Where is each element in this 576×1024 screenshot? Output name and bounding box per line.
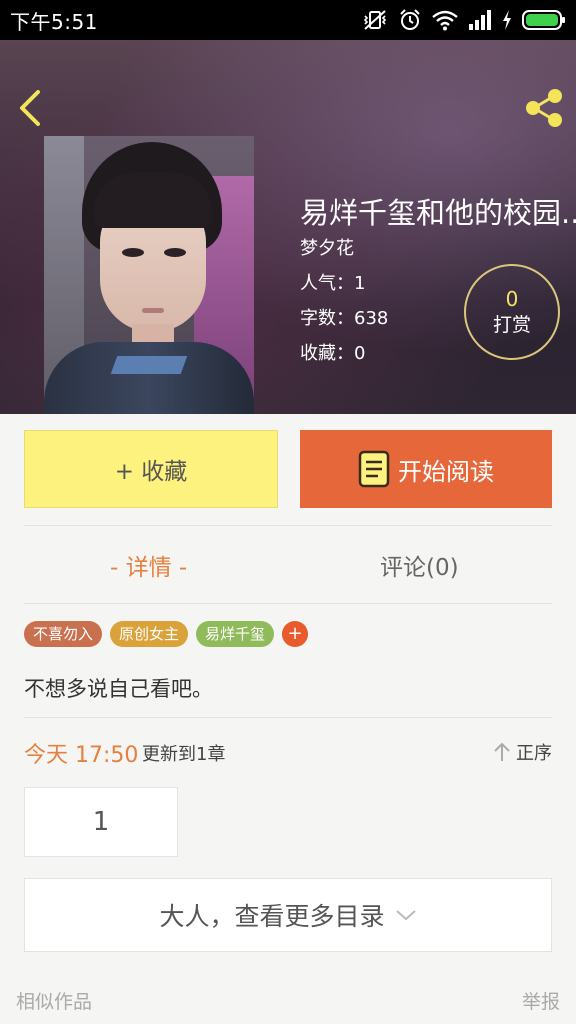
popularity-stat: 人气：1	[300, 273, 366, 294]
status-icons	[362, 8, 566, 32]
sort-order-button[interactable]: 正序	[492, 739, 552, 765]
book-description: 不想多说自己看吧。	[24, 677, 213, 701]
book-header: 易烊千玺和他的校园... 梦夕花 人气：1 字数：638 收藏：0 0 打赏	[0, 40, 576, 414]
book-cover-image	[44, 136, 254, 414]
chapter-item[interactable]: 1	[24, 787, 178, 857]
start-reading-button[interactable]: 开始阅读	[300, 430, 552, 508]
add-tag-button[interactable]: +	[282, 621, 309, 647]
divider	[24, 717, 552, 718]
vibrate-off-icon	[363, 10, 387, 30]
tag-list: 不喜勿入 原创女主 易烊千玺 +	[24, 621, 309, 647]
back-button[interactable]	[14, 88, 50, 128]
book-icon	[358, 450, 390, 488]
favorites-stat: 收藏：0	[300, 343, 366, 364]
signal-icon	[469, 10, 491, 30]
more-catalog-label: 大人，查看更多目录	[159, 902, 385, 931]
book-author[interactable]: 梦夕花	[300, 234, 354, 260]
wifi-icon	[432, 10, 458, 31]
status-bar: 下午5:51	[0, 0, 576, 40]
share-button[interactable]	[522, 86, 566, 130]
update-time: 今天 17:50	[24, 743, 139, 768]
tag-item[interactable]: 易烊千玺	[196, 621, 275, 647]
tag-item[interactable]: 原创女主	[110, 621, 189, 647]
tab-comments[interactable]: 评论(0)	[380, 548, 459, 582]
reward-count: 0	[505, 287, 519, 311]
report-button[interactable]: 举报	[522, 987, 560, 1014]
status-time: 下午5:51	[10, 9, 98, 34]
chevron-down-icon	[395, 910, 416, 921]
tab-details[interactable]: - 详情 -	[110, 548, 187, 582]
share-icon	[526, 89, 562, 127]
add-favorite-button[interactable]: + 收藏	[24, 430, 278, 508]
word-count-stat: 字数：638	[300, 308, 389, 329]
update-status: 更新到1章	[142, 744, 226, 765]
charging-icon	[503, 10, 511, 30]
battery-icon	[522, 10, 565, 30]
divider	[24, 603, 552, 604]
tag-item[interactable]: 不喜勿入	[24, 621, 103, 647]
reward-button[interactable]: 0 打赏	[464, 264, 560, 360]
similar-works-label: 相似作品	[16, 991, 93, 1013]
divider	[24, 525, 552, 526]
book-title: 易烊千玺和他的校园...	[300, 196, 576, 230]
alarm-icon	[400, 9, 420, 30]
add-favorite-label: + 收藏	[114, 459, 188, 485]
arrow-up-icon	[494, 742, 510, 761]
reward-label: 打赏	[492, 314, 531, 336]
more-catalog-button[interactable]: 大人，查看更多目录	[24, 878, 552, 952]
sort-order-label: 正序	[516, 743, 552, 764]
chevron-left-icon	[20, 90, 40, 126]
start-reading-label: 开始阅读	[398, 457, 494, 486]
